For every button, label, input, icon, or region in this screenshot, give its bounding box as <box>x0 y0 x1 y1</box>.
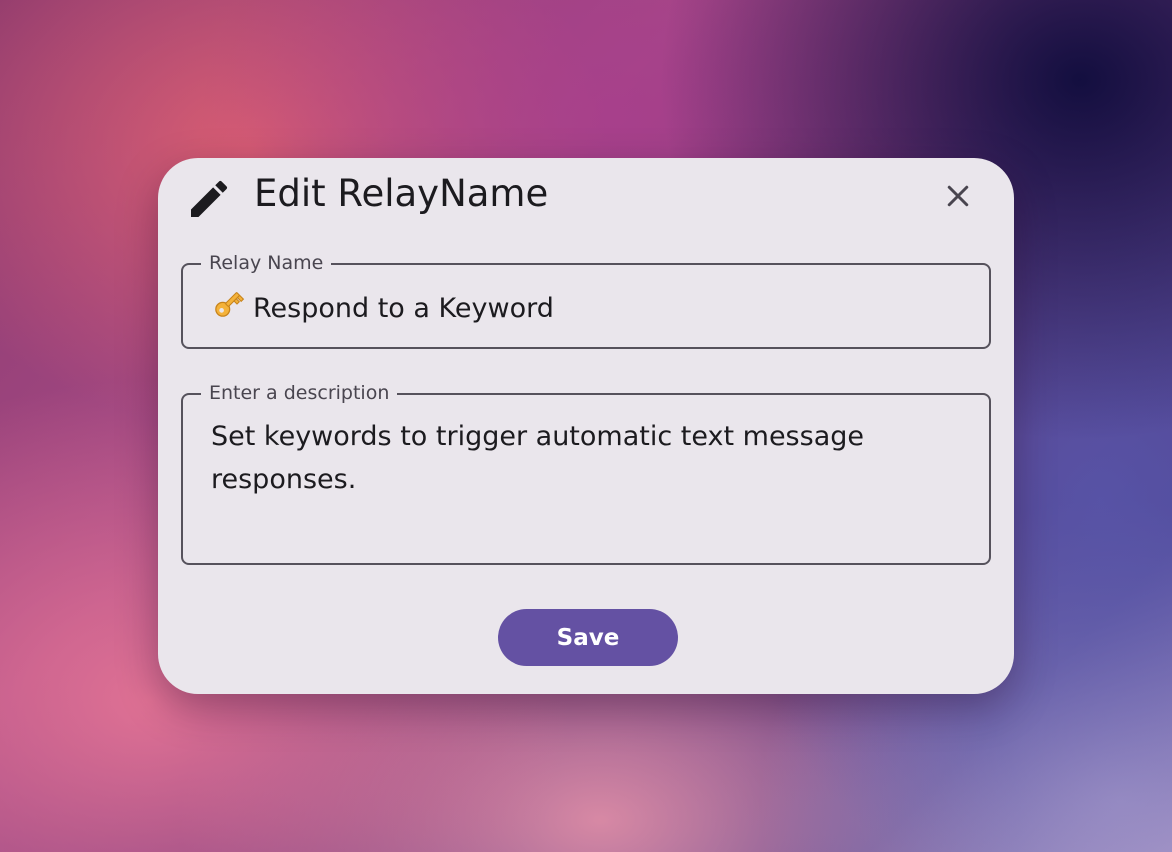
edit-relay-dialog: Edit RelayName Relay Name Respond to a K… <box>158 158 1014 694</box>
description-label: Enter a description <box>201 381 398 405</box>
description-value[interactable]: Set keywords to trigger automatic text m… <box>211 415 949 501</box>
pencil-icon <box>185 175 233 223</box>
close-button[interactable] <box>936 176 980 220</box>
save-button[interactable]: Save <box>498 609 678 666</box>
key-emoji-icon <box>211 287 245 331</box>
dialog-title: Edit RelayName <box>254 172 549 215</box>
relay-name-label: Relay Name <box>201 251 332 275</box>
description-field[interactable]: Enter a description Set keywords to trig… <box>181 381 991 565</box>
relay-name-value-row[interactable]: Respond to a Keyword <box>211 287 554 331</box>
relay-name-value: Respond to a Keyword <box>253 293 554 324</box>
relay-name-field[interactable]: Relay Name Respond to a Keyword <box>181 251 991 349</box>
close-icon <box>943 181 973 215</box>
